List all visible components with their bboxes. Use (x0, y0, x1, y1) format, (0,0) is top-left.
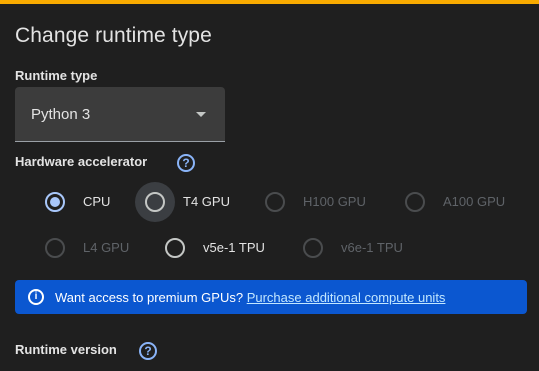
top-accent-bar (0, 0, 539, 4)
info-icon: i (28, 289, 44, 305)
radio-label: H100 GPU (303, 194, 366, 209)
runtime-type-label: Runtime type (15, 68, 98, 83)
radio-label: v5e-1 TPU (203, 240, 265, 255)
radio-label: CPU (83, 194, 111, 209)
banner-message: Want access to premium GPUs? (55, 290, 244, 305)
premium-gpu-banner: i Want access to premium GPUs? Purchase … (15, 280, 527, 314)
radio-label: v6e-1 TPU (341, 240, 403, 255)
radio-unchecked-icon (145, 192, 165, 212)
help-icon[interactable]: ? (177, 154, 195, 172)
help-icon[interactable]: ? (139, 342, 157, 360)
radio-label: L4 GPU (83, 240, 130, 255)
runtime-type-value: Python 3 (31, 106, 91, 123)
runtime-version-label: Runtime version (15, 342, 117, 357)
runtime-type-select[interactable]: Python 3 (15, 87, 225, 142)
hardware-accelerator-label: Hardware accelerator (15, 154, 148, 169)
radio-unchecked-icon (165, 238, 185, 258)
dropdown-arrow-icon (196, 112, 206, 117)
radio-unchecked-icon (405, 192, 425, 212)
radio-label: A100 GPU (443, 194, 506, 209)
radio-unchecked-icon (265, 192, 285, 212)
radio-unchecked-icon (303, 238, 323, 258)
purchase-compute-units-link[interactable]: Purchase additional compute units (247, 290, 446, 305)
radio-unchecked-icon (45, 238, 65, 258)
radio-label: T4 GPU (183, 194, 230, 209)
banner-text: Want access to premium GPUs? Purchase ad… (55, 290, 445, 305)
dialog-title: Change runtime type (15, 24, 212, 47)
radio-checked-icon (45, 192, 65, 212)
